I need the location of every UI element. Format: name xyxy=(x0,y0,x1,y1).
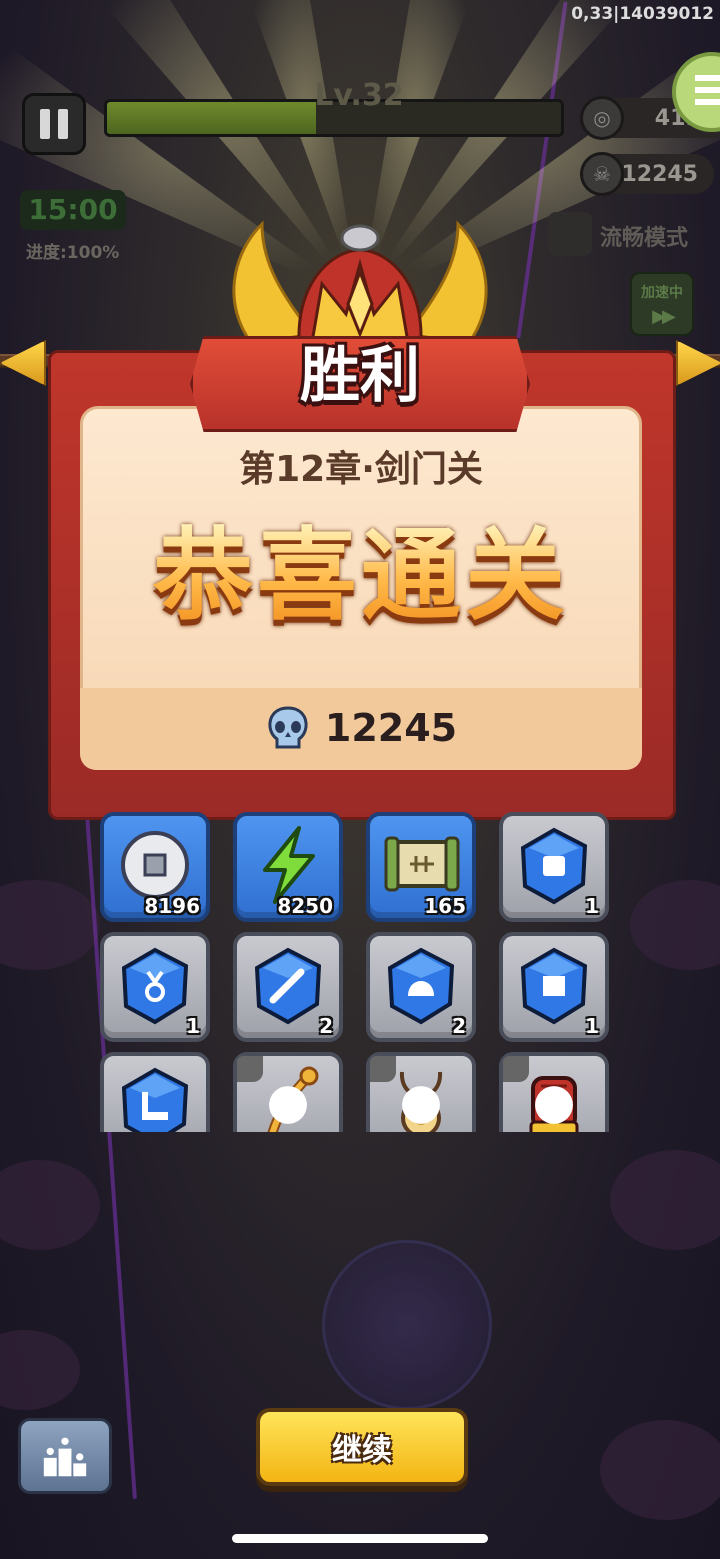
reward-slot[interactable] xyxy=(499,1052,609,1132)
reward-slot[interactable]: 1 xyxy=(499,932,609,1042)
joystick-pad xyxy=(322,1240,492,1410)
reward-quantity: 1 xyxy=(585,894,599,918)
rod-tip-right xyxy=(676,340,720,386)
item-category-badge xyxy=(503,1056,573,1124)
pause-icon xyxy=(58,109,68,139)
reward-quantity: 8196 xyxy=(144,894,200,918)
stage-clear-text: 恭喜通关 xyxy=(80,494,642,639)
match-timer: 15:00 xyxy=(20,190,126,230)
background-tree xyxy=(600,1420,720,1520)
boot-gem-icon xyxy=(121,1067,189,1132)
background-tree xyxy=(610,1150,720,1250)
speed-up-label: 加速中 xyxy=(641,285,683,301)
ranking-button[interactable] xyxy=(18,1418,112,1494)
reward-slot[interactable] xyxy=(233,1052,343,1132)
list-icon xyxy=(695,75,720,109)
reward-slot[interactable] xyxy=(366,1052,476,1132)
skull-total-value: 12245 xyxy=(324,706,458,750)
reward-slot[interactable]: 8250 xyxy=(233,812,343,922)
reward-quantity: 2 xyxy=(452,1014,466,1038)
podium-icon xyxy=(43,1437,87,1477)
chapter-name: 第12章·剑门关 xyxy=(239,449,483,490)
continue-button[interactable]: 继续 xyxy=(256,1408,468,1486)
reward-slot[interactable]: 2 xyxy=(233,932,343,1042)
pause-icon xyxy=(40,109,50,139)
home-indicator xyxy=(232,1534,488,1543)
reward-quantity: 2 xyxy=(319,1014,333,1038)
skull-total-row: 12245 xyxy=(80,700,642,756)
armor-gem-icon xyxy=(520,827,588,905)
reward-quantity: 1 xyxy=(585,1014,599,1038)
game-screen: { "hud": { "top_id": "0,33|14039012", "l… xyxy=(0,0,720,1559)
coin-icon: ◎ xyxy=(580,96,624,140)
sword-gem-icon xyxy=(254,947,322,1025)
reward-slot[interactable]: 1 xyxy=(499,812,609,922)
reward-slot[interactable] xyxy=(100,1052,210,1132)
skull-icon xyxy=(268,706,308,749)
reward-slot[interactable]: 8196 xyxy=(100,812,210,922)
background-crack xyxy=(516,1,568,339)
scroll-gem-icon xyxy=(520,947,588,1025)
pause-button[interactable] xyxy=(22,93,86,155)
reward-slot[interactable]: 2 xyxy=(366,932,476,1042)
reward-quantity: 165 xyxy=(424,894,466,918)
reward-slot[interactable]: 165 xyxy=(366,812,476,922)
reward-grid: 8196 8250 165 1 1 2 2 1 xyxy=(96,810,612,1132)
level-label: Lv.32 xyxy=(314,78,404,113)
background-tree xyxy=(0,1330,80,1410)
skull-icon: ☠ xyxy=(580,152,624,196)
victory-title: 胜利 xyxy=(300,341,420,411)
item-category-badge xyxy=(370,1056,440,1124)
background-tree xyxy=(0,880,100,970)
medal-gem-icon xyxy=(121,947,189,1025)
speed-up-button[interactable]: 加速中 ▶▶ xyxy=(630,272,694,336)
skull-value: 12245 xyxy=(621,161,698,187)
item-category-badge xyxy=(237,1056,307,1124)
fast-forward-icon: ▶▶ xyxy=(652,306,676,327)
background-tree xyxy=(630,880,720,970)
build-id-text: 0,33|14039012 xyxy=(571,4,714,24)
progress-text: 进度:100% xyxy=(26,243,120,263)
reward-slot[interactable]: 1 xyxy=(100,932,210,1042)
background-tree xyxy=(0,1160,100,1250)
skull-counter: ☠ 12245 xyxy=(580,152,714,196)
smooth-mode-label: 流畅模式 xyxy=(600,226,689,251)
reward-quantity: 1 xyxy=(186,1014,200,1038)
helmet-gem-icon xyxy=(387,947,455,1025)
rod-tip-left xyxy=(0,340,46,386)
smooth-mode-checkbox[interactable] xyxy=(548,212,592,256)
reward-quantity: 8250 xyxy=(277,894,333,918)
